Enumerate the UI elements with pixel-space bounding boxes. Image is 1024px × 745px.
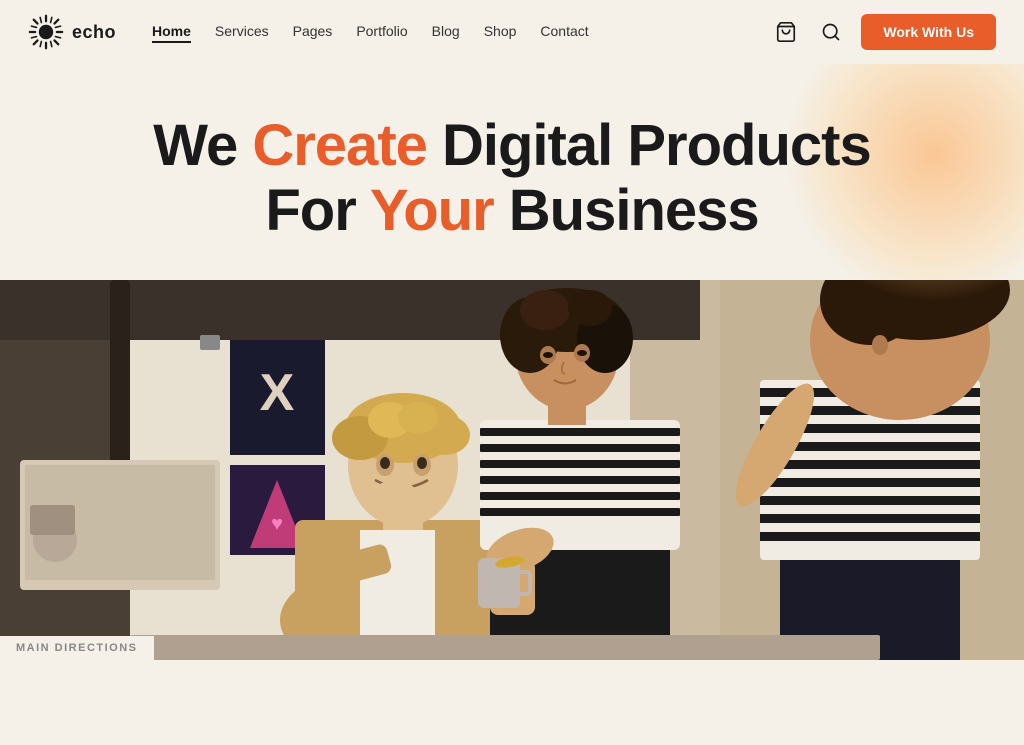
- logo-text: echo: [72, 22, 116, 43]
- nav-item-blog[interactable]: Blog: [432, 23, 460, 41]
- search-icon: [821, 22, 841, 42]
- nav-link-portfolio[interactable]: Portfolio: [356, 23, 407, 39]
- nav-link-home[interactable]: Home: [152, 23, 191, 43]
- hero-scene-svg: X ♥: [0, 280, 1024, 660]
- nav-link-services[interactable]: Services: [215, 23, 269, 39]
- navbar-right: Work With Us: [771, 14, 996, 50]
- section-label: MAIN DIRECTIONS: [0, 636, 154, 660]
- hero-line2-part1: For: [265, 178, 370, 243]
- nav-item-shop[interactable]: Shop: [484, 23, 517, 41]
- hero-headline: We Create Digital Products For Your Busi…: [0, 84, 1024, 280]
- navbar-left: echo Home Services Pages Portfolio Blog …: [28, 14, 589, 50]
- nav-link-pages[interactable]: Pages: [293, 23, 333, 39]
- logo-icon: [28, 14, 64, 50]
- nav-item-pages[interactable]: Pages: [293, 23, 333, 41]
- hero-line2: For Your Business: [265, 178, 758, 243]
- svg-text:X: X: [260, 364, 295, 422]
- nav-item-services[interactable]: Services: [215, 23, 269, 41]
- nav-link-contact[interactable]: Contact: [540, 23, 588, 39]
- svg-text:♥: ♥: [271, 513, 283, 535]
- nav-item-home[interactable]: Home: [152, 23, 191, 41]
- navbar: echo Home Services Pages Portfolio Blog …: [0, 0, 1024, 64]
- hero-line1: We Create Digital Products: [153, 113, 870, 178]
- work-with-us-button[interactable]: Work With Us: [861, 14, 996, 50]
- hero-line1-part1: We: [153, 113, 252, 178]
- hero-section: We Create Digital Products For Your Busi…: [0, 64, 1024, 660]
- hero-line1-accent: Create: [252, 113, 427, 178]
- search-button[interactable]: [817, 18, 845, 46]
- logo[interactable]: echo: [28, 14, 116, 50]
- nav-item-portfolio[interactable]: Portfolio: [356, 23, 407, 41]
- hero-line2-accent: Your: [370, 178, 494, 243]
- nav-link-blog[interactable]: Blog: [432, 23, 460, 39]
- hero-image: X ♥: [0, 280, 1024, 660]
- cart-icon: [775, 21, 797, 43]
- nav-link-shop[interactable]: Shop: [484, 23, 517, 39]
- hero-line2-part2: Business: [494, 178, 759, 243]
- hero-title: We Create Digital Products For Your Busi…: [20, 114, 1004, 244]
- hero-line1-part2: Digital Products: [427, 113, 871, 178]
- nav-links: Home Services Pages Portfolio Blog Shop …: [152, 23, 589, 41]
- nav-item-contact[interactable]: Contact: [540, 23, 588, 41]
- cart-button[interactable]: [771, 17, 801, 47]
